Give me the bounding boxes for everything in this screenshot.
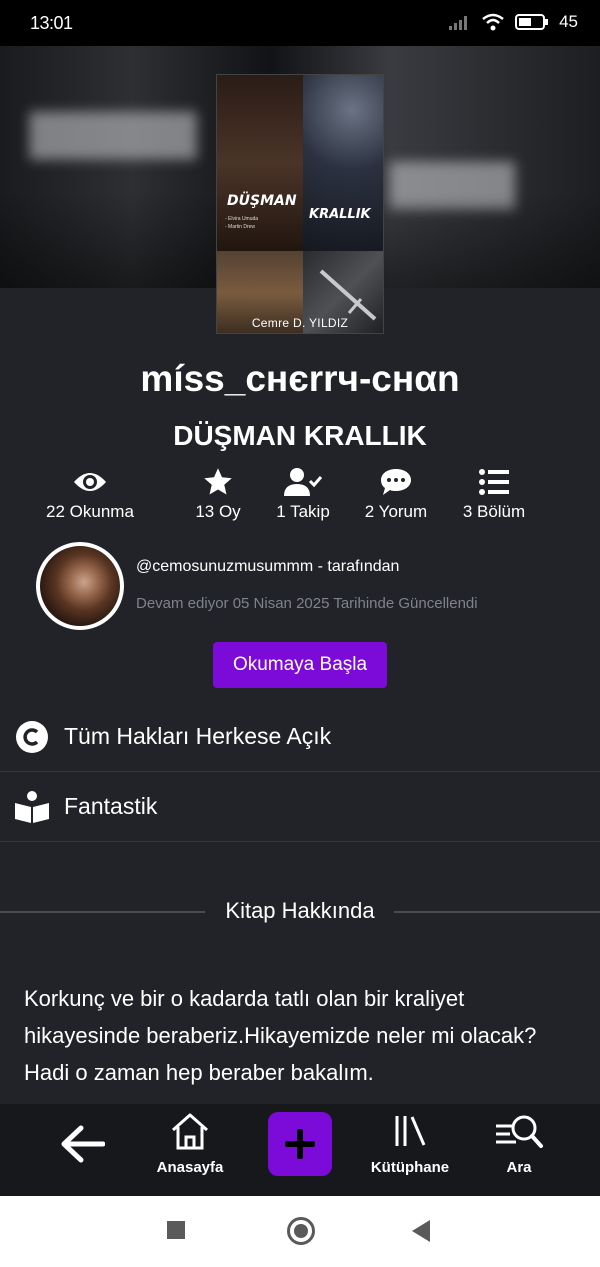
copyright-icon (0, 720, 64, 754)
system-navigation-bar (0, 1196, 600, 1267)
nav-search-label: Ara (506, 1159, 532, 1176)
cover-title-1: DÜŞMAN (227, 193, 297, 209)
book-title: DÜŞMAN KRALLIK (173, 420, 427, 451)
author-handle[interactable]: @cemosunuzmusummm - tarafından (136, 558, 399, 576)
battery-level: 45 (559, 12, 578, 31)
stat-chapters: 3 Bölüm (439, 466, 549, 522)
author-avatar[interactable] (36, 542, 124, 630)
status-bar: 13:01 45 (0, 0, 600, 46)
license-text: Tüm Hakları Herkese Açık (64, 723, 332, 749)
start-reading-button[interactable]: Okumaya Başla (213, 642, 387, 688)
stat-reads: 22 Okunma (35, 466, 145, 522)
story-status: Devam ediyor 05 Nisan 2025 Tarihinde Gün… (136, 595, 478, 612)
eye-icon (35, 466, 145, 498)
cover-author: Cemre D. YILDIZ (251, 316, 349, 330)
book-stats: 22 Okunma 13 Oy 1 Takip 2 Yorum 3 Bölüm (46, 466, 542, 526)
cover-title-2: KRALLIK (309, 207, 371, 222)
system-back-button[interactable] (412, 1220, 430, 1242)
cover-small-text: - Elvira Umuda - Martin Drew (225, 216, 259, 230)
plus-icon (285, 1129, 315, 1159)
username: míss_cнєrrч-cнαn (140, 358, 460, 399)
add-button[interactable] (268, 1112, 332, 1176)
system-home-button[interactable] (287, 1217, 315, 1245)
book-cover[interactable]: DÜŞMAN - Elvira Umuda - Martin Drew KRAL… (216, 74, 384, 334)
search-icon (496, 1115, 543, 1148)
recent-apps-button[interactable] (167, 1221, 185, 1239)
genre-text: Fantastik (64, 793, 158, 819)
nav-search[interactable]: Ara (480, 1112, 558, 1204)
nav-library[interactable]: Kütüphane (360, 1112, 460, 1204)
stat-comments: 2 Yorum (341, 466, 451, 522)
signal-icon (449, 14, 471, 30)
status-time: 13:01 (30, 13, 73, 33)
reader-icon (0, 790, 64, 824)
nav-home[interactable]: Anasayfa (145, 1112, 235, 1204)
bottom-navigation: Anasayfa Kütüphane Ara (0, 1104, 600, 1196)
home-icon (172, 1113, 208, 1150)
about-section-header: Kitap Hakkında (0, 896, 600, 926)
arrow-left-icon (61, 1125, 106, 1163)
comment-icon (341, 466, 451, 498)
wifi-icon (481, 13, 505, 31)
status-icons: 45 (449, 12, 578, 32)
book-description: Korkunç ve bir o kadarda tatlı olan bir … (24, 986, 537, 1085)
library-icon (395, 1116, 426, 1146)
battery-icon (515, 13, 549, 31)
nav-library-label: Kütüphane (370, 1159, 450, 1176)
list-icon (439, 466, 549, 498)
genre-row[interactable]: Fantastik (0, 772, 600, 842)
nav-home-label: Anasayfa (156, 1159, 224, 1176)
license-row: Tüm Hakları Herkese Açık (0, 702, 600, 772)
